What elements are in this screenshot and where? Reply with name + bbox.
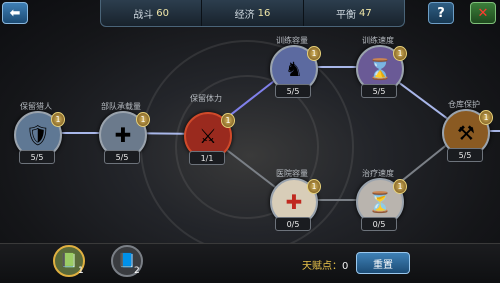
node-level: 5/5 [361,84,397,98]
talent-screen: ⬅ 战斗 60 经济 16 平衡 47 ? ✕ 保留猎人 🛡 1 5/5 部队承载量 … [0,0,500,283]
node-badge: 1 [393,179,407,194]
node-level: 5/5 [104,150,140,164]
node-badge: 1 [51,112,65,127]
node-badge: 1 [479,110,493,125]
talent-points: 天赋点：0 [302,261,349,272]
node-level: 0/5 [361,217,397,231]
node-badge: 1 [393,46,407,61]
talent-links [36,66,500,201]
tab-number: 2 [134,266,140,276]
node-level: 5/5 [447,148,483,162]
node-level: 1/1 [189,151,225,165]
node-badge: 1 [221,113,235,128]
node-level: 5/5 [19,150,55,164]
reset-button[interactable]: 重置 [356,252,410,274]
node-badge: 1 [136,112,150,127]
node-label: 保留体力 [190,94,222,103]
node-badge: 1 [307,46,321,61]
node-badge: 1 [307,179,321,194]
node-level: 0/5 [275,217,311,231]
node-level: 5/5 [275,84,311,98]
book-icon: 📗 [60,253,78,269]
tab-number: 1 [78,266,84,276]
